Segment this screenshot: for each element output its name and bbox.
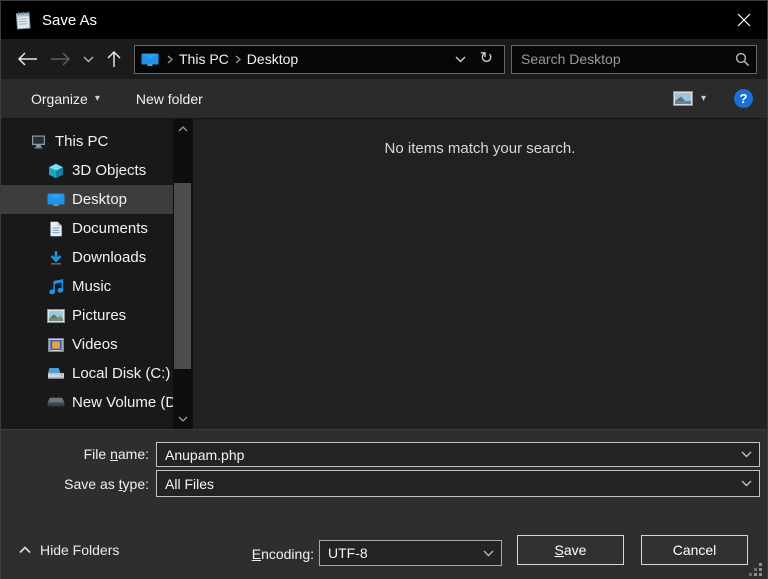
scroll-up-button[interactable] (173, 121, 192, 137)
breadcrumb-separator-icon (229, 55, 247, 64)
save-as-dialog: { "window": { "title": "Save As" }, "nav… (0, 0, 768, 579)
local-disk-icon (47, 366, 65, 382)
sidebar-item-videos[interactable]: Videos (1, 330, 173, 359)
organize-label: Organize (31, 91, 88, 107)
sidebar-tree: This PC 3D Objects Desktop Documents Dow… (1, 119, 173, 429)
address-bar[interactable]: This PC Desktop ↻ (134, 45, 505, 74)
scrollbar-thumb[interactable] (174, 183, 191, 369)
desktop-icon (47, 192, 65, 208)
documents-icon (47, 221, 65, 237)
encoding-combo[interactable]: UTF-8 (319, 540, 502, 566)
empty-message: No items match your search. (193, 119, 767, 157)
close-button[interactable] (721, 1, 767, 39)
sidebar-item-music[interactable]: Music (1, 272, 173, 301)
content-area: This PC 3D Objects Desktop Documents Dow… (1, 119, 767, 429)
window-title: Save As (42, 12, 97, 29)
close-icon (737, 13, 751, 27)
sidebar-item-new-volume-d[interactable]: New Volume (D:) (1, 388, 173, 417)
chevron-down-icon: ▾ (701, 93, 706, 104)
chevron-up-icon (178, 126, 188, 132)
chevron-down-icon[interactable] (733, 451, 759, 458)
sidebar-item-3d-objects[interactable]: 3D Objects (1, 156, 173, 185)
hide-folders-label: Hide Folders (40, 542, 119, 558)
cancel-button[interactable]: Cancel (641, 535, 748, 565)
refresh-button[interactable]: ↻ (473, 51, 500, 67)
pictures-icon (47, 308, 65, 324)
question-mark-icon: ? (740, 91, 748, 106)
sidebar-item-downloads[interactable]: Downloads (1, 243, 173, 272)
desktop-icon (141, 52, 159, 67)
breadcrumb-separator-icon (161, 55, 179, 64)
resize-grip[interactable] (749, 563, 762, 576)
new-volume-icon (47, 395, 65, 411)
help-button[interactable]: ? (734, 89, 753, 108)
scroll-down-button[interactable] (173, 411, 192, 427)
breadcrumb-item-this-pc[interactable]: This PC (179, 51, 229, 67)
save-as-type-combo[interactable]: All Files (156, 470, 760, 497)
videos-icon (47, 337, 65, 353)
encoding-label: Encoding: (169, 546, 314, 562)
file-name-combo[interactable] (156, 442, 760, 467)
chevron-down-icon[interactable] (475, 550, 501, 557)
navigation-bar: This PC Desktop ↻ (1, 39, 767, 79)
search-icon[interactable] (735, 52, 750, 67)
back-button[interactable] (11, 44, 44, 74)
new-folder-button[interactable]: New folder (130, 84, 209, 114)
back-arrow-icon (17, 51, 38, 67)
organize-button[interactable]: Organize ▾ (25, 84, 106, 114)
chevron-up-icon (19, 546, 31, 554)
search-input[interactable] (521, 51, 735, 67)
save-as-type-label: Save as type: (1, 476, 149, 492)
search-box (511, 45, 757, 74)
titlebar: Save As (1, 1, 767, 39)
footer-panel: File name: Save as type: All Files Hide … (1, 429, 767, 579)
file-name-input[interactable] (157, 447, 733, 463)
notepad-icon (13, 10, 33, 30)
cancel-label: Cancel (673, 542, 717, 558)
breadcrumb: This PC Desktop (161, 51, 298, 67)
breadcrumb-item-desktop[interactable]: Desktop (247, 51, 298, 67)
forward-arrow-icon (50, 51, 71, 67)
save-as-type-value: All Files (157, 476, 733, 492)
sidebar-item-desktop[interactable]: Desktop (1, 185, 173, 214)
3d-objects-icon (47, 163, 65, 179)
sidebar-item-local-disk-c[interactable]: Local Disk (C:) (1, 359, 173, 388)
change-view-button[interactable]: ▾ (673, 91, 706, 106)
this-pc-icon (30, 134, 48, 150)
file-name-label: File name: (1, 446, 149, 462)
sidebar-item-documents[interactable]: Documents (1, 214, 173, 243)
hide-folders-button[interactable]: Hide Folders (19, 535, 119, 565)
chevron-down-icon: ▾ (95, 93, 100, 104)
file-list-pane[interactable]: No items match your search. (192, 119, 767, 429)
save-button[interactable]: Save (517, 535, 624, 565)
chevron-down-icon (83, 56, 94, 63)
thumbnail-view-icon (673, 91, 693, 106)
chevron-down-icon (178, 416, 188, 422)
chevron-down-icon (455, 56, 466, 63)
command-toolbar: Organize ▾ New folder ▾ ? (1, 79, 767, 119)
downloads-icon (47, 250, 65, 266)
sidebar-item-pictures[interactable]: Pictures (1, 301, 173, 330)
chevron-down-icon[interactable] (733, 480, 759, 487)
forward-button[interactable] (44, 44, 77, 74)
recent-locations-dropdown[interactable] (77, 44, 100, 74)
up-button[interactable] (100, 44, 128, 74)
address-history-dropdown[interactable] (448, 56, 473, 63)
music-icon (47, 279, 65, 295)
encoding-value: UTF-8 (320, 545, 475, 561)
new-folder-label: New folder (136, 91, 203, 107)
refresh-icon: ↻ (480, 51, 493, 67)
sidebar-item-this-pc[interactable]: This PC (1, 127, 173, 156)
sidebar-scrollbar[interactable] (173, 119, 192, 429)
up-arrow-icon (106, 50, 122, 68)
